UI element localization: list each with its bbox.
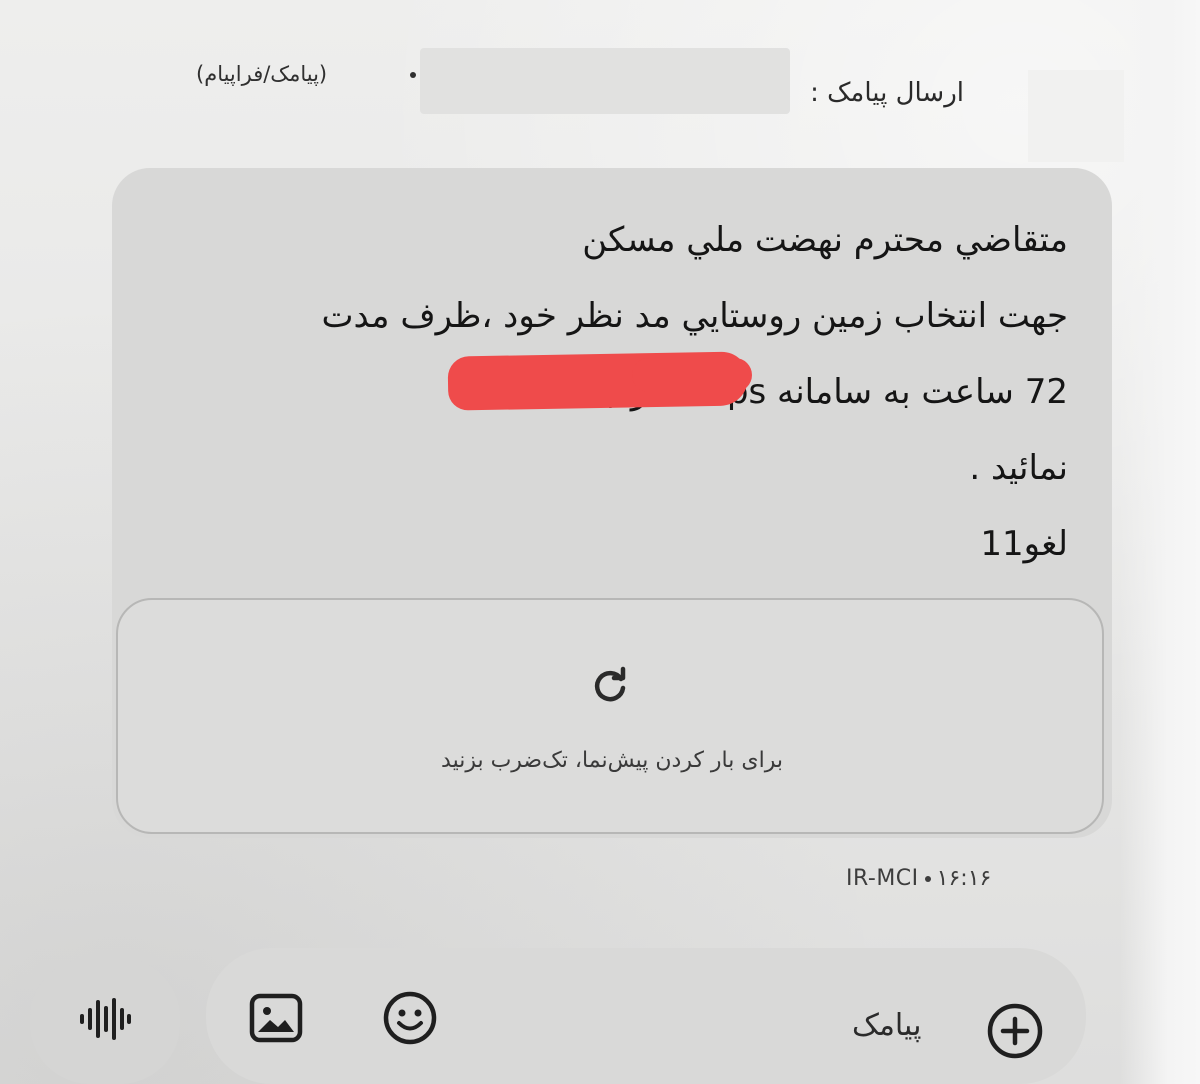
link-preview-card[interactable]: برای بار کردن پیش‌نما، تک‌ضرب بزنید: [116, 598, 1104, 834]
sender-id: IR-MCI: [846, 866, 919, 891]
preview-hint: برای بار کردن پیش‌نما، تک‌ضرب بزنید: [441, 748, 783, 773]
message-input[interactable]: پیامک: [852, 1008, 921, 1043]
message-line: جهت انتخاب زمين روستايي مد نظر خود ،ظرف …: [321, 296, 1068, 336]
message-line: متقاضي محترم نهضت ملي مسكن: [582, 220, 1068, 260]
message-bubble[interactable]: متقاضي محترم نهضت ملي مسكن جهت انتخاب زم…: [112, 168, 1112, 838]
back-area: [1028, 70, 1124, 162]
add-icon[interactable]: [986, 1002, 1044, 1060]
message-time: ۱۶:۱۶: [936, 866, 992, 891]
sim-info-label[interactable]: (پیامک/فراپیام): [196, 62, 327, 86]
meta-separator: [924, 876, 931, 882]
page-edge: [1120, 0, 1200, 1084]
recipient-field[interactable]: [420, 48, 790, 114]
message-meta: IR-MCI ۱۶:۱۶: [846, 866, 991, 891]
message-line: نمائيد .: [969, 448, 1068, 488]
refresh-icon[interactable]: [590, 666, 630, 706]
compose-bar[interactable]: پیامک: [206, 948, 1086, 1084]
gallery-icon[interactable]: [248, 992, 304, 1044]
voice-icon: [80, 998, 131, 1040]
send-sms-label: ارسال پیامک :: [810, 78, 964, 108]
emoji-icon[interactable]: [382, 990, 438, 1046]
sim-dot: [410, 72, 416, 78]
message-line: لغو11: [980, 524, 1068, 564]
redaction-mark: [632, 358, 752, 392]
voice-button[interactable]: [30, 958, 180, 1084]
